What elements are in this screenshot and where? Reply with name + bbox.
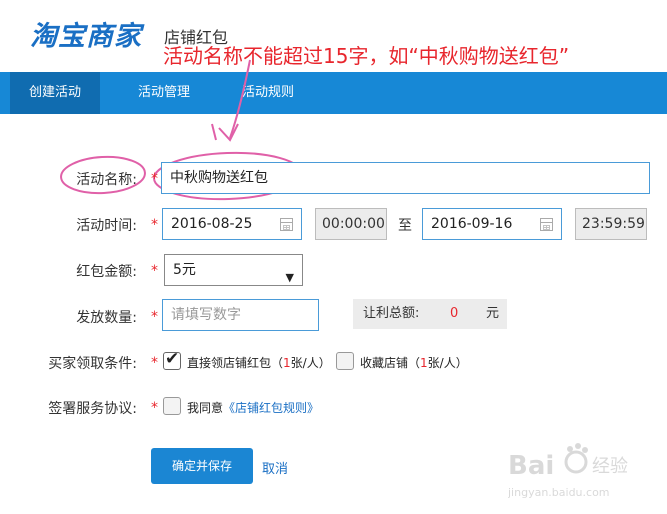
tab-activity-rules[interactable]: 活动规则 <box>224 72 312 114</box>
favorite-shop-checkbox[interactable] <box>336 352 354 370</box>
confirm-save-button[interactable]: 确定并保存 <box>151 448 253 484</box>
agree-checkbox[interactable] <box>163 397 181 415</box>
favorite-shop-label: 收藏店铺（1张/人） <box>360 356 468 370</box>
end-time-input[interactable]: 23:59:59 <box>575 208 647 240</box>
shop-red-packet-rules-link[interactable]: 《店铺红包规则》 <box>223 401 319 415</box>
tab-create-activity[interactable]: 创建活动 <box>10 72 100 114</box>
direct-claim-label: 直接领店铺红包（1张/人） <box>187 356 331 370</box>
main-nav: 创建活动 活动管理 活动规则 <box>0 72 667 114</box>
taobao-seller-logo[interactable]: 淘宝商家 <box>30 14 142 53</box>
cancel-button[interactable]: 取消 <box>262 458 288 477</box>
end-date-input[interactable]: 2016-09-16 <box>422 208 562 240</box>
start-date-value: 2016-08-25 <box>171 216 253 232</box>
svg-text:经验: 经验 <box>592 456 628 477</box>
total-discount-unit: 元 <box>486 306 500 321</box>
required-mark: * <box>151 171 158 187</box>
total-discount-value: 0 <box>450 306 459 321</box>
required-mark: * <box>151 355 158 371</box>
total-discount-box: 让利总额: 0 元 <box>353 299 507 329</box>
activity-name-label: 活动名称: <box>76 172 137 188</box>
start-date-input[interactable]: 2016-08-25 <box>162 208 302 240</box>
required-mark: * <box>151 217 158 233</box>
amount-select-value: 5元 <box>173 262 196 278</box>
baidu-jingyan-watermark: Bai 经验 jingyan.baidu.com <box>507 440 638 500</box>
tab-activity-management[interactable]: 活动管理 <box>120 72 208 114</box>
red-packet-amount-label: 红包金额: <box>76 264 137 280</box>
quantity-input[interactable]: 请填写数字 <box>162 299 319 331</box>
checkmark-icon: ✔ <box>165 349 180 369</box>
activity-time-label: 活动时间: <box>76 218 137 234</box>
required-mark: * <box>151 400 158 416</box>
agree-label: 我同意《店铺红包规则》 <box>187 401 320 415</box>
buyer-conditions-label: 买家领取条件: <box>48 356 137 372</box>
annotation-mark <box>211 123 217 141</box>
date-range-separator: 至 <box>398 218 412 234</box>
required-mark: * <box>151 263 158 279</box>
direct-claim-checkbox[interactable]: ✔ <box>163 349 181 370</box>
activity-name-input[interactable]: 中秋购物送红包 <box>161 162 650 194</box>
dropdown-arrow-icon: ▼ <box>285 271 294 284</box>
annotation-arrow-head <box>218 123 239 142</box>
calendar-icon[interactable] <box>280 218 293 231</box>
svg-text:Bai: Bai <box>508 451 554 481</box>
calendar-icon[interactable] <box>540 218 553 231</box>
service-agreement-label: 签署服务协议: <box>48 401 137 417</box>
amount-select[interactable]: 5元 ▼ <box>164 254 303 286</box>
baidu-paw-icon: Bai 经验 jingyan.baidu.com <box>507 443 628 499</box>
svg-text:jingyan.baidu.com: jingyan.baidu.com <box>508 486 610 499</box>
page-header: 淘宝商家 店铺红包 活动名称不能超过15字，如“中秋购物送红包” <box>0 0 667 72</box>
start-time-input[interactable]: 00:00:00 <box>315 208 387 240</box>
total-discount-label: 让利总额: <box>363 306 420 321</box>
annotation-note: 活动名称不能超过15字，如“中秋购物送红包” <box>163 44 570 68</box>
required-mark: * <box>151 309 158 325</box>
issue-quantity-label: 发放数量: <box>76 310 137 326</box>
end-date-value: 2016-09-16 <box>431 216 513 232</box>
